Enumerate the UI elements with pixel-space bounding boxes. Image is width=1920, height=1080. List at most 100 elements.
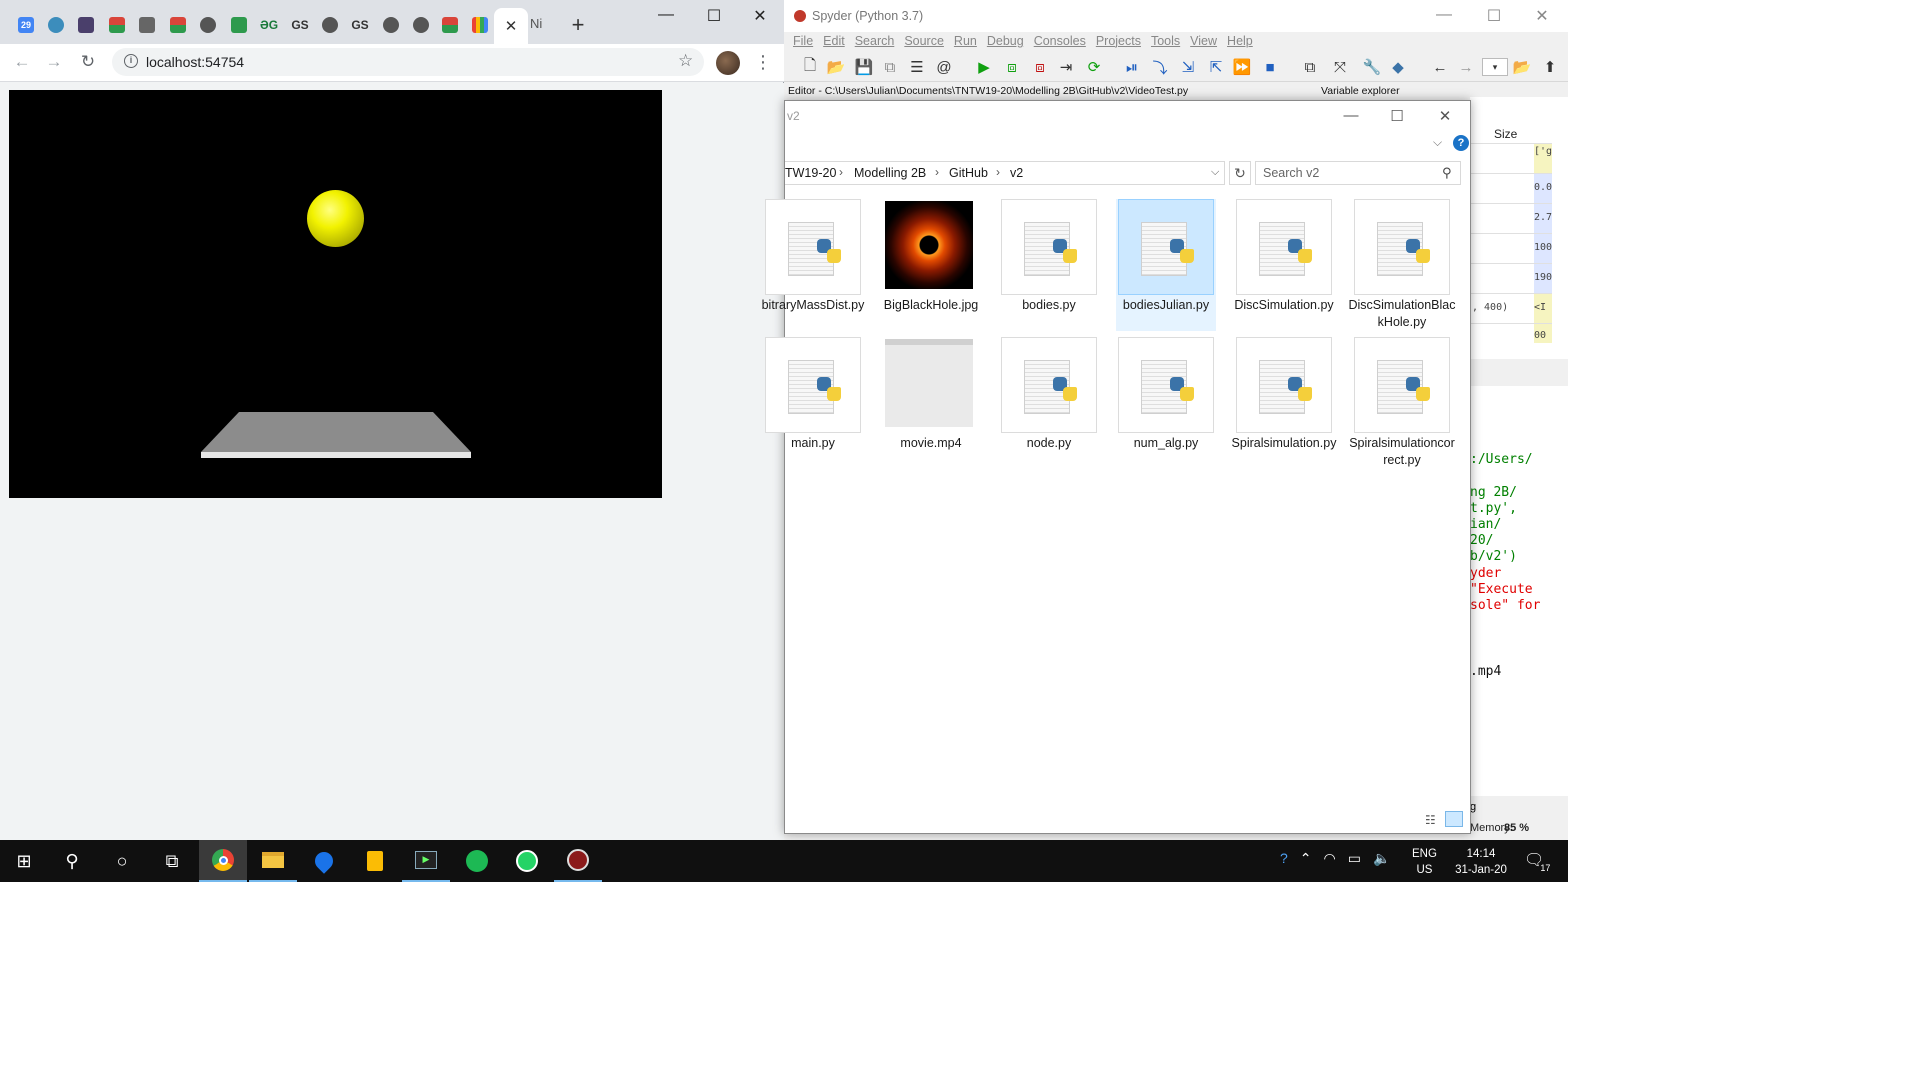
volume-icon[interactable]: 🔈	[1373, 850, 1390, 867]
step-into-icon[interactable]: ⇲	[1178, 58, 1198, 76]
menu-projects[interactable]: Projects	[1091, 32, 1146, 52]
file-item[interactable]: node.py	[999, 337, 1099, 469]
variable-explorer-table[interactable]: Size ['g 0.0 2.7 100 190 , 400) <I 00	[1470, 97, 1568, 359]
tab-chrome-4[interactable]	[407, 10, 435, 40]
keep-icon[interactable]	[351, 840, 399, 882]
clock[interactable]: 14:14 31-Jan-20	[1450, 846, 1512, 878]
explorer-minimize-button[interactable]: —	[1331, 107, 1371, 124]
table-row[interactable]: 0.0	[1470, 173, 1552, 203]
help-tray-icon[interactable]: ?	[1280, 850, 1288, 867]
battery-icon[interactable]: ▭	[1348, 850, 1361, 867]
menu-source[interactable]: Source	[899, 32, 949, 52]
file-item[interactable]: DiscSimulationBlackHole.py	[1349, 199, 1455, 331]
url-text[interactable]: localhost:54754	[146, 54, 244, 70]
bookmark-star-icon[interactable]: ☆	[678, 51, 693, 71]
tab-sheet[interactable]	[225, 10, 253, 40]
whatsapp-icon[interactable]	[503, 840, 551, 882]
save-icon[interactable]: 💾	[854, 58, 874, 76]
stop-icon[interactable]: ■	[1260, 58, 1280, 76]
open-folder-icon[interactable]: 📂	[826, 58, 846, 76]
search-icon[interactable]: ⚲	[1442, 165, 1452, 181]
at-icon[interactable]: @	[934, 58, 954, 76]
back-arrow-icon[interactable]: ←	[12, 52, 32, 72]
details-view-icon[interactable]: ☷	[1425, 813, 1436, 827]
new-file-icon[interactable]: 🗋	[800, 57, 820, 76]
chrome-icon[interactable]	[199, 840, 247, 882]
breadcrumb[interactable]: TW19-20 › Modelling 2B › GitHub › v2 ⌵	[785, 161, 1225, 185]
file-item[interactable]: movie.mp4	[881, 337, 981, 469]
breadcrumb-item[interactable]: GitHub	[949, 166, 988, 180]
forward-arrow-icon[interactable]: →	[44, 52, 64, 72]
run-cell-advance-icon[interactable]: ⧈	[1030, 58, 1050, 76]
tab-calendar[interactable]: 29	[12, 10, 40, 40]
run-selection-icon[interactable]: ⇥	[1056, 58, 1076, 76]
table-row[interactable]: 00	[1470, 323, 1552, 343]
chevron-up-icon[interactable]: ⌃	[1300, 850, 1312, 867]
table-row[interactable]: 2.7	[1470, 203, 1552, 233]
menu-help[interactable]: Help	[1222, 32, 1258, 52]
forward-icon[interactable]: →	[1456, 58, 1476, 76]
start-icon[interactable]: ⊞	[0, 840, 48, 882]
menu-search[interactable]: Search	[850, 32, 900, 52]
file-item[interactable]: main.py	[763, 337, 863, 469]
tab-image[interactable]	[72, 10, 100, 40]
info-icon[interactable]: i	[124, 54, 138, 68]
menu-view[interactable]: View	[1185, 32, 1222, 52]
chevron-down-icon[interactable]: ⌵	[1211, 166, 1219, 179]
table-row[interactable]: , 400) <I	[1470, 293, 1552, 323]
large-icons-view-icon[interactable]	[1445, 811, 1463, 827]
file-explorer-icon[interactable]	[249, 840, 297, 882]
chevron-right-icon[interactable]: ›	[839, 165, 843, 179]
tab-chrome-1[interactable]	[194, 10, 222, 40]
task-view-icon[interactable]: ⧉	[148, 840, 196, 882]
menu-edit[interactable]: Edit	[818, 32, 850, 52]
render-canvas[interactable]	[9, 90, 662, 498]
tab-scholar-1[interactable]: GS	[286, 10, 314, 40]
menu-file[interactable]: File	[784, 32, 818, 52]
file-item[interactable]: bitraryMassDist.py	[762, 199, 864, 331]
back-icon[interactable]: ←	[1430, 58, 1450, 76]
table-row[interactable]: 190	[1470, 263, 1552, 293]
tab-chrome-3[interactable]	[377, 10, 405, 40]
file-item[interactable]: Spiralsimulation.py	[1232, 337, 1336, 469]
tab-apps[interactable]	[466, 10, 494, 40]
chrome-minimize-button[interactable]: —	[646, 6, 686, 26]
address-bar[interactable]: i localhost:54754 ☆	[112, 48, 704, 76]
breadcrumb-item[interactable]: TW19-20	[785, 166, 836, 180]
tab-cube[interactable]	[133, 10, 161, 40]
notification-center-icon[interactable]: 🗨17	[1524, 850, 1554, 873]
profile-avatar[interactable]	[716, 51, 740, 75]
chevron-right-icon[interactable]: ›	[935, 165, 939, 179]
explorer-close-button[interactable]: ✕	[1425, 107, 1465, 125]
size-column-header[interactable]: Size	[1470, 127, 1552, 143]
spyder-minimize-button[interactable]: —	[1424, 6, 1464, 26]
ribbon-expand-chevron-icon[interactable]: ⌵	[1433, 135, 1442, 150]
file-item-selected[interactable]: bodiesJulian.py	[1116, 199, 1216, 331]
language-indicator[interactable]: ENG US	[1412, 846, 1437, 878]
file-item[interactable]: bodies.py	[999, 199, 1099, 331]
run-cell-icon[interactable]: ⧈	[1002, 58, 1022, 76]
file-item[interactable]: num_alg.py	[1116, 337, 1216, 469]
cortana-icon[interactable]: ○	[98, 840, 146, 882]
chrome-maximize-button[interactable]: ☐	[694, 6, 734, 26]
chevron-right-icon[interactable]: ›	[996, 165, 1000, 179]
maps-icon[interactable]	[300, 840, 348, 882]
kebab-menu-icon[interactable]: ⋮	[754, 52, 772, 73]
tab-next-label[interactable]: Ni	[530, 16, 542, 31]
explorer-maximize-button[interactable]: ☐	[1377, 107, 1417, 125]
tab-wolfram-3[interactable]	[436, 10, 464, 40]
fullscreen-icon[interactable]: ⤧	[1330, 58, 1350, 76]
tab-wolfram-1[interactable]	[103, 10, 131, 40]
menu-debug[interactable]: Debug	[982, 32, 1029, 52]
terminal-icon[interactable]: ▶	[402, 840, 450, 882]
table-row[interactable]: 100	[1470, 233, 1552, 263]
browse-folder-icon[interactable]: 📂	[1512, 58, 1532, 76]
reload-icon[interactable]: ↻	[78, 52, 98, 72]
tab-dictionary[interactable]: ƏG	[255, 10, 283, 40]
parent-dir-icon[interactable]: ⬆	[1540, 58, 1560, 76]
list-icon[interactable]: ☰	[907, 58, 927, 76]
spyder-close-button[interactable]: ✕	[1522, 6, 1562, 26]
maximize-pane-icon[interactable]: ⧉	[1300, 58, 1320, 76]
python-path-icon[interactable]: ◆	[1388, 58, 1408, 76]
run-icon[interactable]: ▶	[974, 58, 994, 76]
